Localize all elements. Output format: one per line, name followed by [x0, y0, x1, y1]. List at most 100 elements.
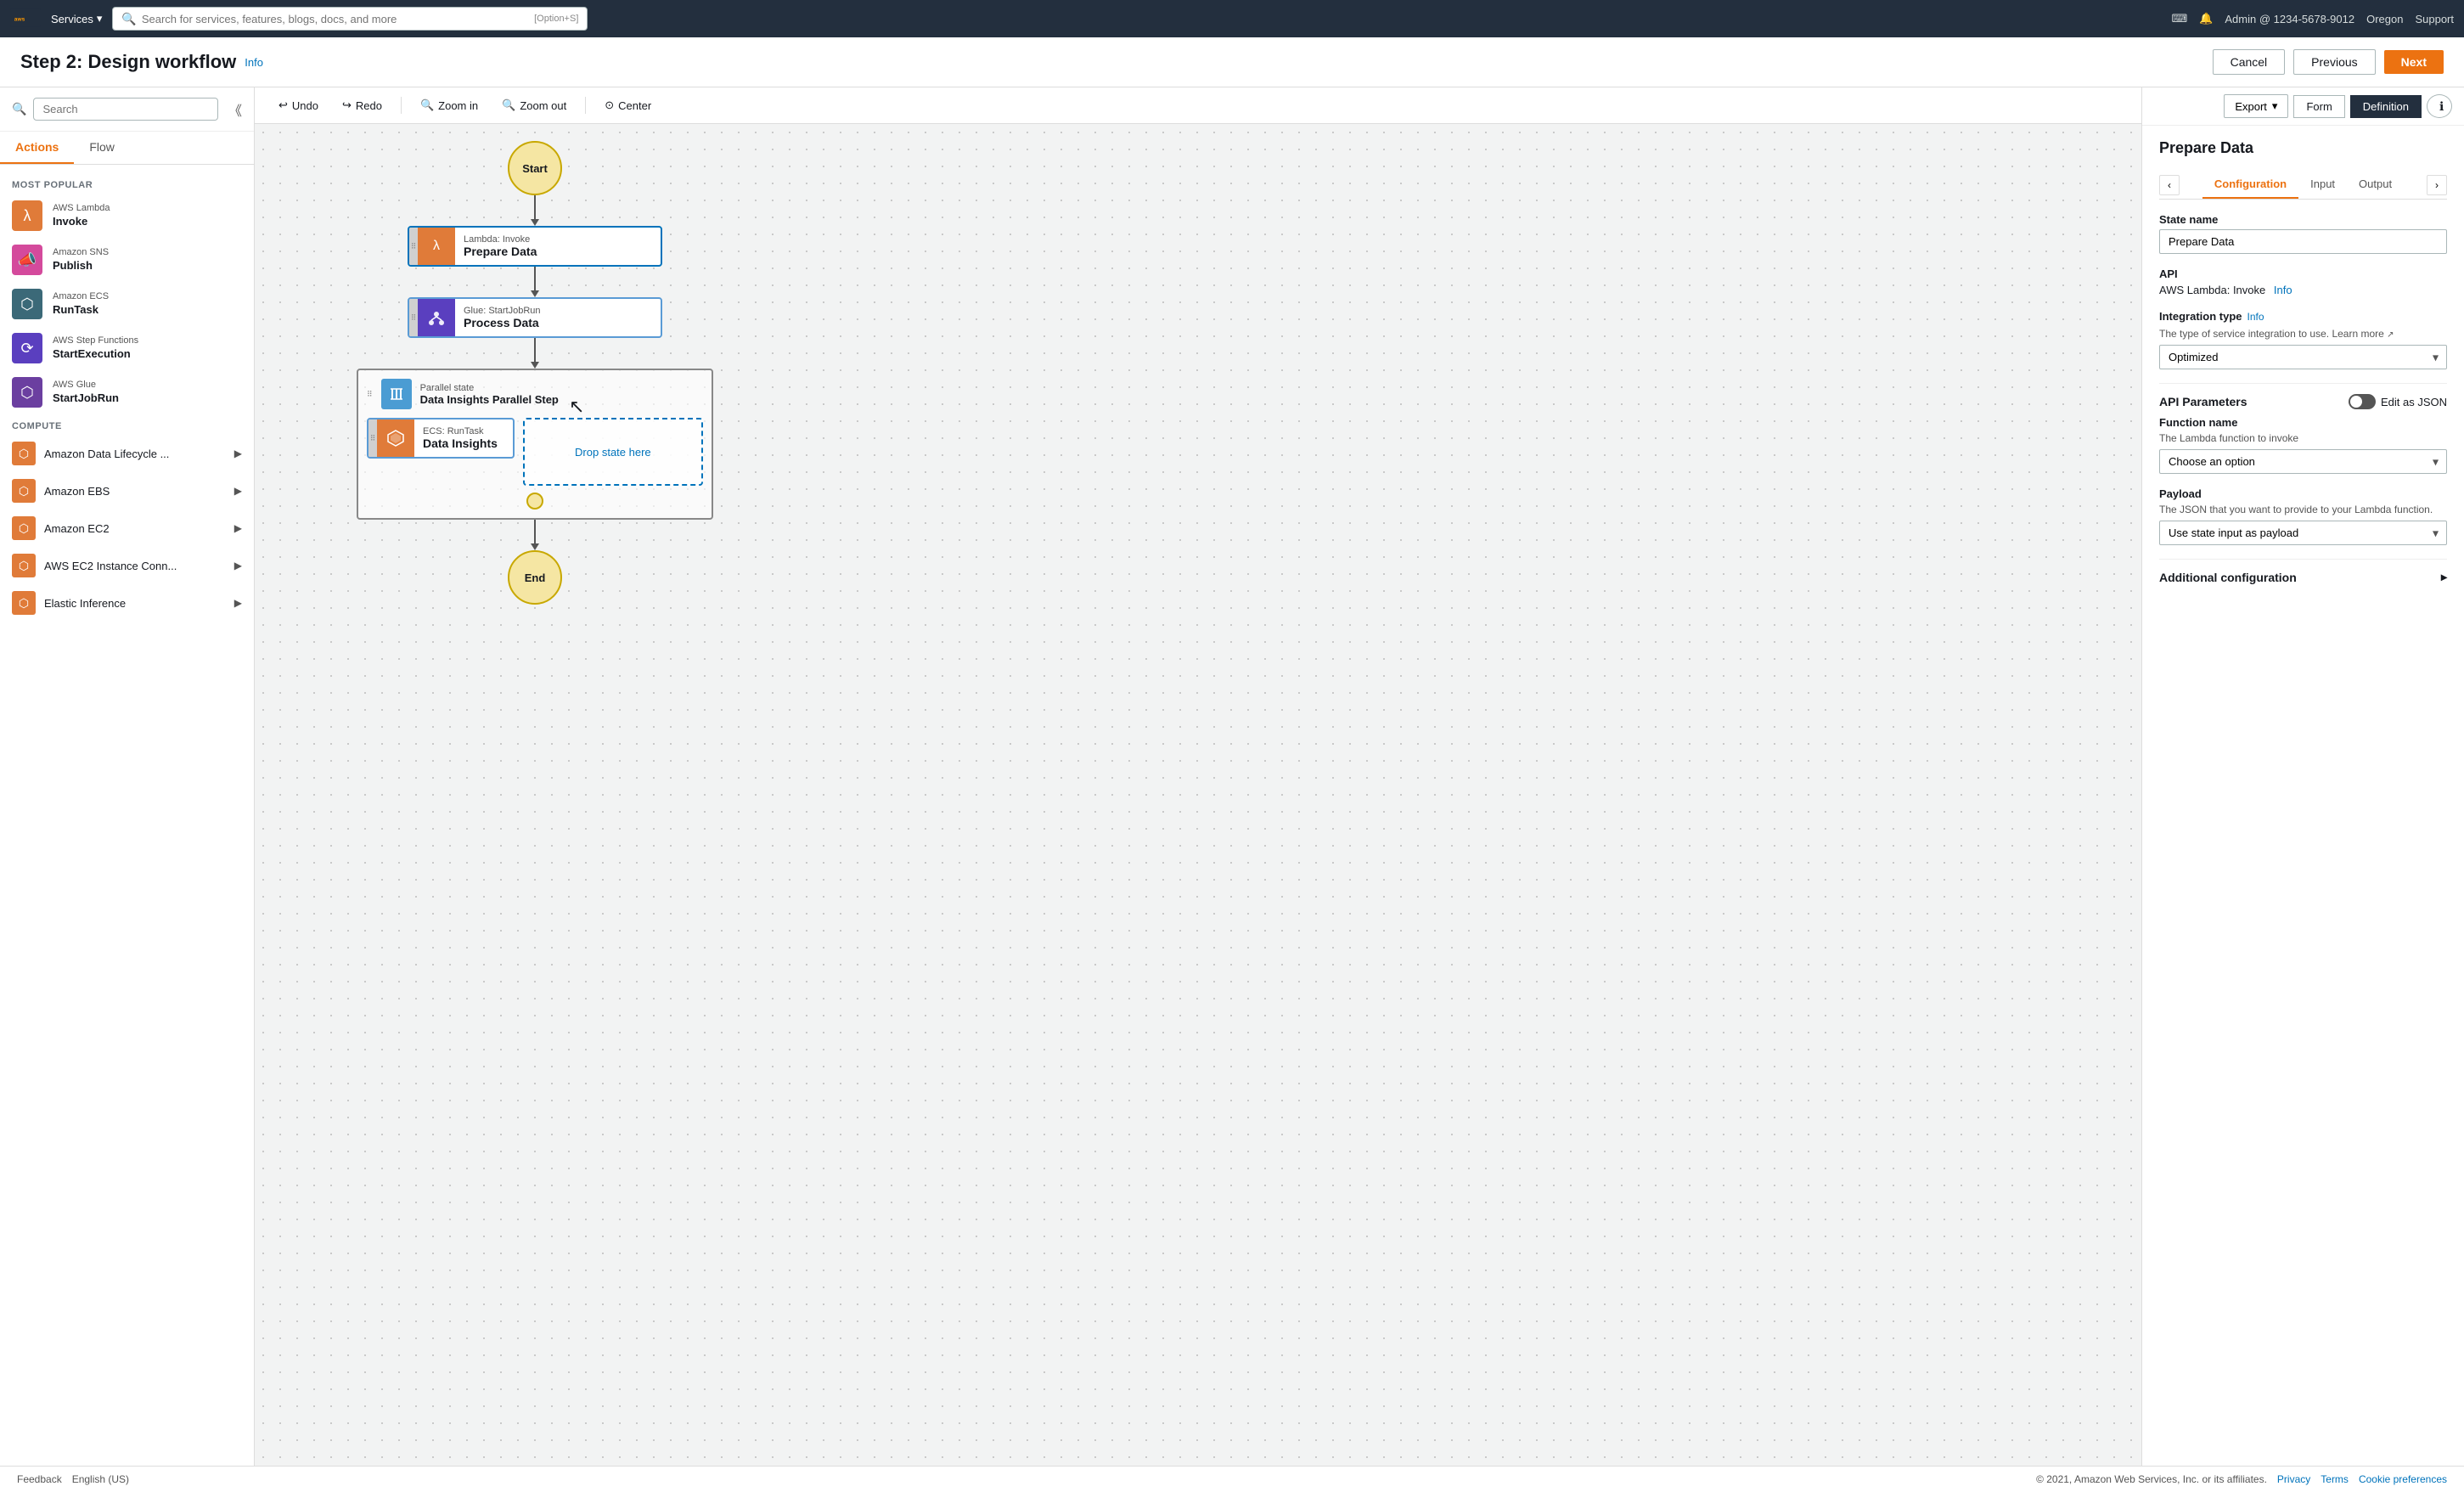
terms-link[interactable]: Terms: [2321, 1473, 2349, 1485]
export-button[interactable]: Export ▾: [2224, 94, 2288, 118]
additional-config-group: Additional configuration ▸: [2159, 570, 2447, 584]
payload-select[interactable]: Use state input as payload: [2159, 521, 2447, 545]
center-button[interactable]: ⊙ Center: [594, 94, 661, 116]
integration-desc: The type of service integration to use. …: [2159, 328, 2447, 340]
undo-button[interactable]: ↩ Undo: [268, 94, 329, 116]
ebs-item[interactable]: ⬡ Amazon EBS ▶: [0, 472, 254, 510]
header-actions: Cancel Previous Next: [2213, 49, 2444, 75]
support-menu[interactable]: Support: [2415, 13, 2454, 25]
canvas-area: ↩ Undo ↪ Redo 🔍 Zoom in 🔍 Zoom out ⊙ Cen…: [255, 87, 2141, 1466]
panel-body: Prepare Data ‹ Configuration Input Outpu…: [2142, 126, 2464, 611]
edit-json-switch[interactable]: [2349, 394, 2376, 409]
sub-nav-next-button[interactable]: ›: [2427, 175, 2447, 195]
compute-label: COMPUTE: [0, 414, 254, 435]
process-data-node[interactable]: ⠿ Glue: StartJobRun: [408, 297, 662, 338]
user-account[interactable]: Admin @ 1234-5678-9012: [2225, 13, 2354, 25]
drop-zone[interactable]: Drop state here: [523, 418, 703, 486]
cancel-button[interactable]: Cancel: [2213, 49, 2286, 75]
end-node[interactable]: End: [508, 550, 562, 605]
api-info-link[interactable]: Info: [2274, 284, 2292, 296]
state-name-input[interactable]: [2159, 229, 2447, 254]
panel-info-button[interactable]: ℹ: [2427, 94, 2452, 118]
footer-right: © 2021, Amazon Web Services, Inc. or its…: [2036, 1473, 2447, 1485]
expand-icon[interactable]: ▸: [2441, 570, 2447, 584]
ec2-item[interactable]: ⬡ Amazon EC2 ▶: [0, 510, 254, 547]
learn-more-link[interactable]: Learn more: [2332, 328, 2383, 340]
data-lifecycle-item[interactable]: ⬡ Amazon Data Lifecycle ... ▶: [0, 435, 254, 472]
start-node[interactable]: Start: [508, 141, 562, 195]
top-navigation: aws Services ▾ 🔍 [Option+S] ⌨ 🔔 Admin @ …: [0, 0, 2464, 37]
ec2-instance-icon: ⬡: [12, 554, 36, 577]
integration-type-select-wrapper: Optimized ▾: [2159, 345, 2447, 369]
parallel-body: ⠿ ECS: RunTask Data Insights: [367, 418, 703, 486]
region-selector[interactable]: Oregon: [2366, 13, 2403, 25]
ec2-icon: ⬡: [12, 516, 36, 540]
data-lifecycle-icon: ⬡: [12, 442, 36, 465]
payload-label: Payload: [2159, 487, 2447, 500]
elastic-inference-icon: ⬡: [12, 591, 36, 615]
state-name-group: State name: [2159, 213, 2447, 254]
ecs-runtask-item[interactable]: ⬡ Amazon ECS RunTask: [0, 282, 254, 326]
canvas-toolbar: ↩ Undo ↪ Redo 🔍 Zoom in 🔍 Zoom out ⊙ Cen…: [255, 87, 2141, 124]
tab-flow[interactable]: Flow: [74, 132, 130, 164]
global-search-bar[interactable]: 🔍 [Option+S]: [112, 7, 588, 31]
feedback-button[interactable]: Feedback: [17, 1473, 62, 1485]
tab-actions[interactable]: Actions: [0, 132, 74, 164]
tab-definition-button[interactable]: Definition: [2350, 95, 2422, 118]
sub-tab-input[interactable]: Input: [2298, 171, 2347, 199]
glue-startjobrun-item[interactable]: ⬡ AWS Glue StartJobRun: [0, 370, 254, 414]
center-icon: ⊙: [605, 99, 614, 112]
tab-form-button[interactable]: Form: [2293, 95, 2344, 118]
parallel-state-container[interactable]: ⠿ Parallel: [357, 369, 713, 520]
sidebar: 🔍 《 Actions Flow MOST POPULAR λ AWS Lamb…: [0, 87, 255, 1466]
cookie-link[interactable]: Cookie preferences: [2359, 1473, 2447, 1485]
workflow-canvas[interactable]: Start ⠿ λ Lambda: Invoke Prepare Data: [255, 124, 2141, 1466]
page-header: Step 2: Design workflow Info Cancel Prev…: [0, 37, 2464, 87]
bell-icon[interactable]: 🔔: [2199, 12, 2213, 25]
api-group: API AWS Lambda: Invoke Info: [2159, 267, 2447, 296]
sns-publish-item[interactable]: 📣 Amazon SNS Publish: [0, 238, 254, 282]
prepare-data-node[interactable]: ⠿ λ Lambda: Invoke Prepare Data: [408, 226, 662, 267]
privacy-link[interactable]: Privacy: [2277, 1473, 2310, 1485]
sidebar-search-input[interactable]: [33, 98, 218, 121]
collapse-sidebar-button[interactable]: 《: [228, 99, 242, 120]
drag-handle[interactable]: ⠿: [409, 228, 418, 265]
zoom-out-button[interactable]: 🔍 Zoom out: [492, 94, 577, 116]
redo-button[interactable]: ↪ Redo: [332, 94, 392, 116]
lambda-invoke-item[interactable]: λ AWS Lambda Invoke: [0, 194, 254, 238]
sub-nav-prev-button[interactable]: ‹: [2159, 175, 2180, 195]
zoom-in-button[interactable]: 🔍 Zoom in: [410, 94, 488, 116]
function-name-select[interactable]: Choose an option: [2159, 449, 2447, 474]
chevron-right-icon: ▶: [234, 485, 242, 497]
aws-logo[interactable]: aws: [10, 8, 41, 31]
integration-type-select[interactable]: Optimized: [2159, 345, 2447, 369]
api-label: API: [2159, 267, 2447, 280]
search-icon: 🔍: [12, 102, 26, 116]
additional-config-label: Additional configuration ▸: [2159, 570, 2447, 584]
info-link[interactable]: Info: [245, 56, 263, 69]
sub-tab-configuration[interactable]: Configuration: [2202, 171, 2298, 199]
previous-button[interactable]: Previous: [2293, 49, 2375, 75]
next-button[interactable]: Next: [2384, 50, 2444, 74]
glue-icon: ⬡: [12, 377, 42, 408]
function-name-select-wrapper: Choose an option ▾: [2159, 449, 2447, 474]
drag-handle[interactable]: ⠿: [368, 419, 377, 457]
redo-icon: ↪: [342, 99, 352, 112]
api-parameters-group: API Parameters Edit as JSON Function nam…: [2159, 394, 2447, 545]
api-value: AWS Lambda: Invoke Info: [2159, 284, 2447, 296]
drag-handle[interactable]: ⠿: [409, 299, 418, 336]
services-menu[interactable]: Services ▾: [51, 12, 102, 25]
function-name-label: Function name: [2159, 416, 2447, 429]
global-search-input[interactable]: [142, 13, 534, 25]
sub-tab-output[interactable]: Output: [2347, 171, 2404, 199]
integration-info-link[interactable]: Info: [2247, 311, 2264, 323]
stepfunctions-item[interactable]: ⟳ AWS Step Functions StartExecution: [0, 326, 254, 370]
language-selector[interactable]: English (US): [72, 1473, 129, 1485]
terminal-icon[interactable]: ⌨: [2171, 12, 2187, 25]
ec2-instance-item[interactable]: ⬡ AWS EC2 Instance Conn... ▶: [0, 547, 254, 584]
chevron-right-icon: ▶: [234, 560, 242, 571]
data-insights-node[interactable]: ⠿ ECS: RunTask Data Insights: [367, 418, 515, 459]
parallel-drag-handle[interactable]: ⠿: [367, 390, 373, 399]
elastic-inference-item[interactable]: ⬡ Elastic Inference ▶: [0, 584, 254, 622]
state-name-label: State name: [2159, 213, 2447, 226]
